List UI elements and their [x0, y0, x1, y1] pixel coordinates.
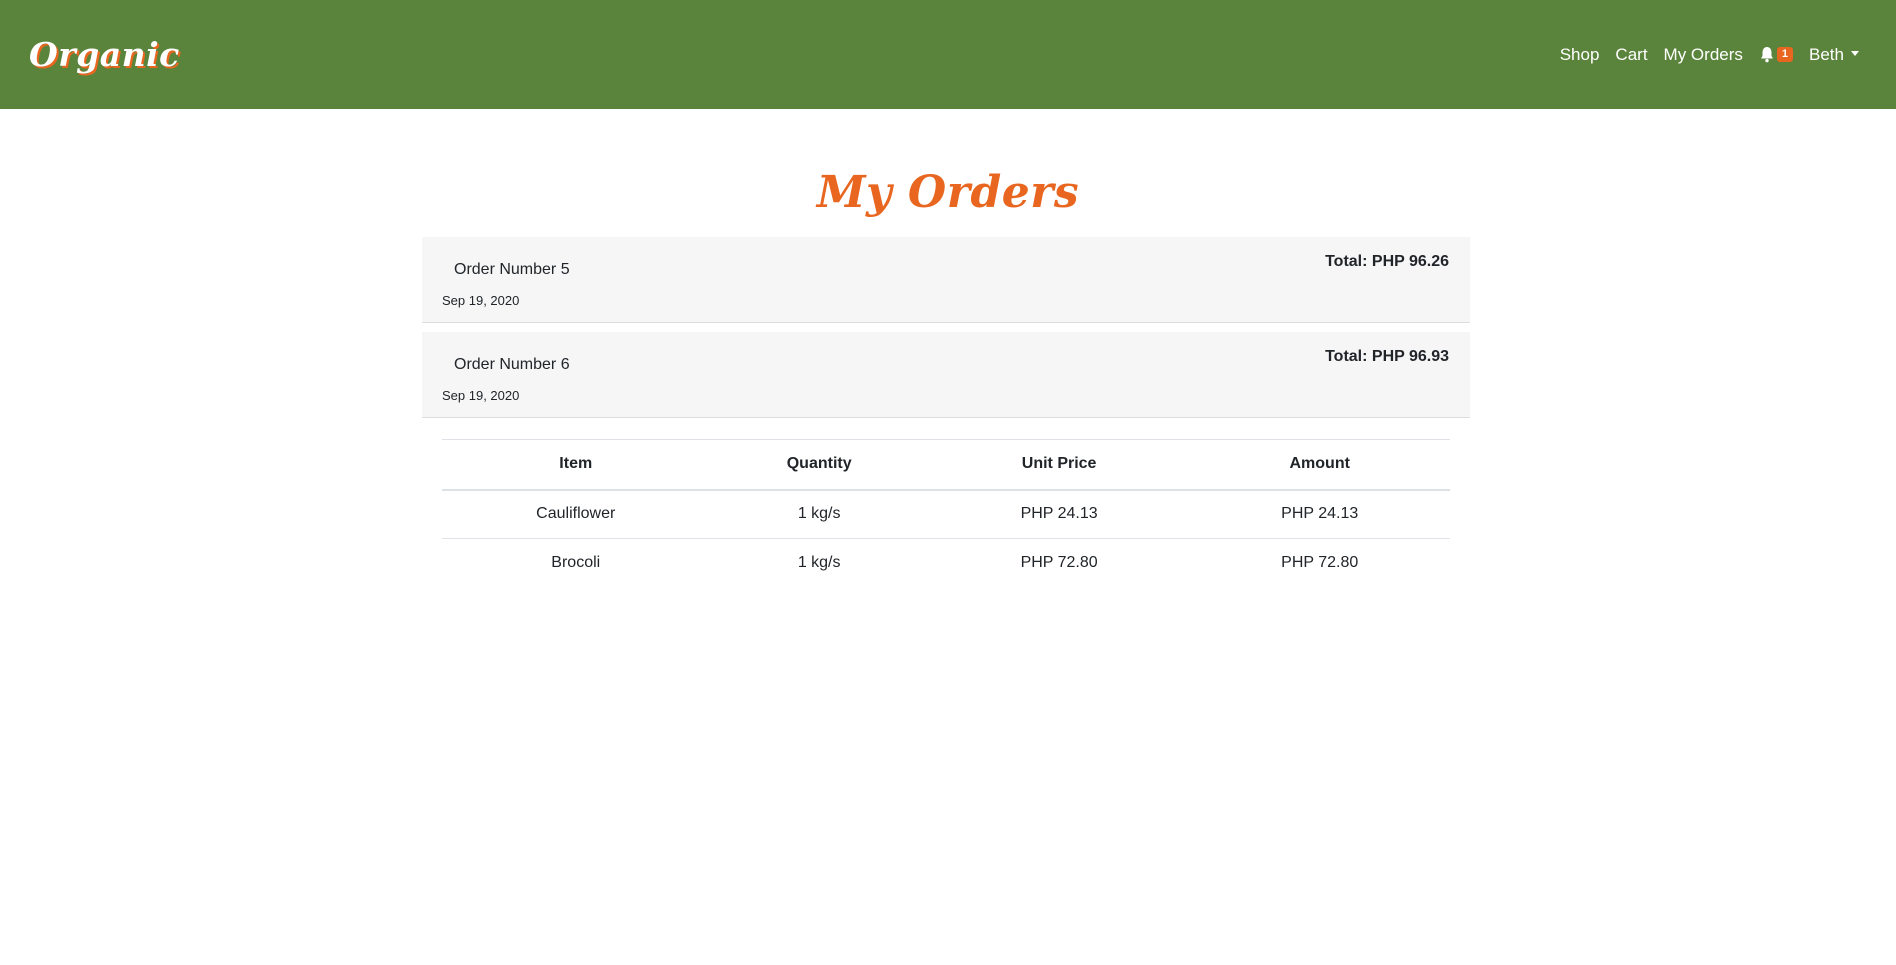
- nav-link-my-orders[interactable]: My Orders: [1656, 46, 1751, 63]
- item-amount: PHP 72.80: [1281, 554, 1359, 572]
- nav-links: Shop Cart My Orders 1 Beth: [1552, 0, 1867, 109]
- notifications-button[interactable]: 1: [1751, 46, 1801, 63]
- item-amount: PHP 24.13: [1189, 489, 1450, 539]
- item-quantity: 1 kg/s: [709, 489, 929, 539]
- order-number: Order Number 5: [454, 261, 570, 278]
- order-number: Order Number 6: [454, 356, 570, 373]
- caret-down-icon: [1851, 51, 1859, 56]
- item-unit-price: PHP 24.13: [928, 489, 1190, 539]
- nav-link-shop[interactable]: Shop: [1552, 46, 1608, 63]
- order-total: Total: PHP 96.93: [1325, 348, 1449, 365]
- item-quantity: 1 kg/s: [797, 554, 841, 572]
- table-row: Brocoli 1 kg/s PHP 72.80 PHP 72.80: [442, 539, 1450, 588]
- order-card[interactable]: Order Number 6 Sep 19, 2020 Total: PHP 9…: [422, 332, 1470, 418]
- item-name: Cauliflower: [442, 489, 710, 539]
- item-unit-price: PHP 72.80: [1020, 554, 1098, 572]
- bell-icon: [1760, 47, 1773, 63]
- order-date: Sep 19, 2020: [442, 388, 520, 403]
- column-header-item: Item: [442, 439, 710, 491]
- nav-link-cart[interactable]: Cart: [1607, 46, 1655, 63]
- order-date: Sep 19, 2020: [442, 293, 520, 308]
- column-header-amount: Amount: [1189, 439, 1450, 491]
- user-name: Beth: [1809, 45, 1844, 64]
- orders-list: Order Number 5 Sep 19, 2020 Total: PHP 9…: [422, 237, 1470, 427]
- column-header-quantity: Quantity: [709, 439, 929, 491]
- brand-logo[interactable]: Organic: [29, 35, 180, 74]
- user-menu-dropdown[interactable]: Beth: [1801, 46, 1867, 63]
- navbar: Organic Shop Cart My Orders 1 Beth: [0, 0, 1896, 109]
- notification-count-badge: 1: [1776, 47, 1794, 62]
- column-header-unit-price: Unit Price: [928, 439, 1190, 491]
- table-row: Cauliflower 1 kg/s PHP 24.13 PHP 24.13: [442, 489, 1450, 539]
- order-card[interactable]: Order Number 5 Sep 19, 2020 Total: PHP 9…: [422, 237, 1470, 323]
- page-title: My Orders: [816, 167, 1080, 218]
- order-total: Total: PHP 96.26: [1325, 253, 1449, 270]
- table-header-row: Item Quantity Unit Price Amount: [442, 439, 1450, 491]
- item-name: Brocoli: [551, 554, 601, 572]
- order-items-table: Item Quantity Unit Price Amount Cauliflo…: [442, 439, 1450, 588]
